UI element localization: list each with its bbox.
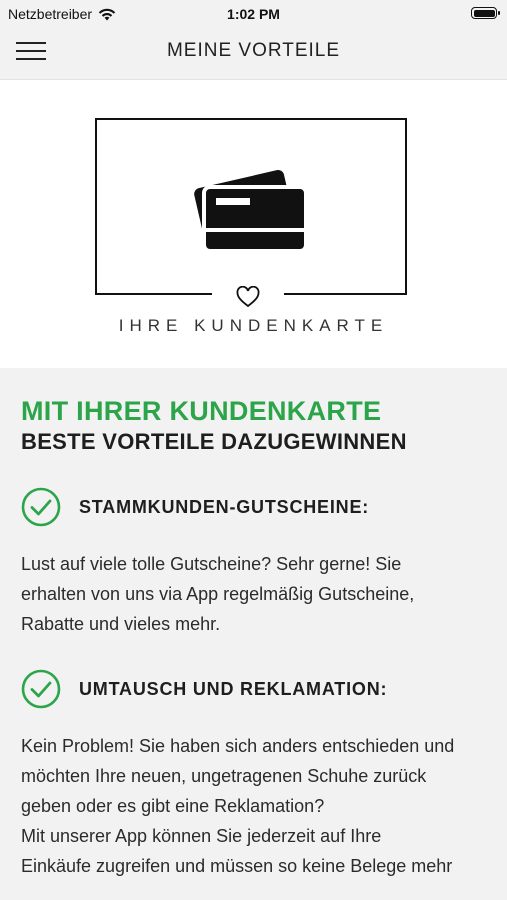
benefits-content: MIT IHRER KUNDENKARTE BESTE VORTEILE DAZ… (21, 395, 491, 881)
headline-primary: MIT IHRER KUNDENKARTE (21, 396, 382, 426)
card-label: IHRE KUNDENKARTE (118, 316, 389, 335)
status-time: 1:02 PM (227, 6, 280, 22)
benefit-item: UMTAUSCH UND REKLAMATION: Kein Problem! … (21, 669, 491, 881)
credit-card-icon (194, 170, 308, 252)
battery-icon (471, 7, 500, 19)
navigation-bar: MEINE VORTEILE (0, 28, 507, 80)
benefit-title: STAMMKUNDEN-GUTSCHEINE: (79, 496, 370, 517)
heart-icon (236, 286, 260, 308)
benefit-description: Kein Problem! Sie haben sich anders ents… (21, 736, 455, 876)
page-title: MEINE VORTEILE (166, 40, 341, 61)
status-bar: Netzbetreiber 1:02 PM (0, 0, 507, 28)
benefit-item: STAMMKUNDEN-GUTSCHEINE: Lust auf viele t… (21, 487, 491, 639)
benefit-title: UMTAUSCH UND REKLAMATION: (79, 678, 388, 699)
benefit-description: Lust auf viele tolle Gutscheine? Sehr ge… (21, 554, 415, 634)
check-circle-icon (21, 669, 61, 709)
headline-secondary: BESTE VORTEILE DAZUGEWINNEN (21, 429, 407, 454)
loyalty-card-banner: IHRE KUNDENKARTE (0, 80, 507, 368)
check-circle-icon (21, 487, 61, 527)
